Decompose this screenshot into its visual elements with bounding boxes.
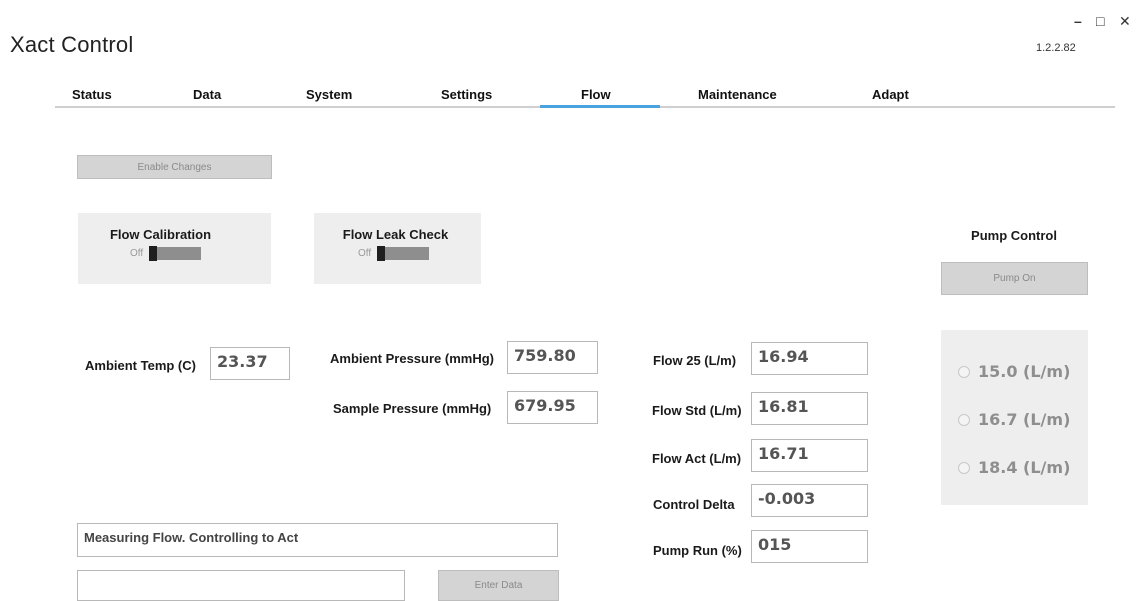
switch-thumb — [377, 246, 386, 261]
flow-calibration-switch[interactable] — [149, 246, 202, 261]
ambient-temp-label: Ambient Temp (C) — [85, 358, 196, 373]
flow-rate-options-panel: 15.0 (L/m) 16.7 (L/m) 18.4 (L/m) — [941, 330, 1088, 505]
flow-25-field[interactable]: 16.94 — [751, 342, 868, 375]
ambient-temp-field[interactable]: 23.37 — [210, 347, 290, 380]
flow-calibration-state: Off — [130, 248, 144, 259]
flow-rate-option-16-7[interactable]: 16.7 (L/m) — [958, 410, 1070, 429]
tab-flow[interactable]: Flow — [581, 87, 611, 102]
flow-std-label: Flow Std (L/m) — [652, 403, 742, 418]
flow-std-field[interactable]: 16.81 — [751, 392, 868, 425]
switch-thumb — [149, 246, 158, 261]
radio-label: 16.7 (L/m) — [978, 410, 1071, 429]
pump-on-button[interactable]: Pump On — [941, 262, 1088, 295]
tab-data[interactable]: Data — [193, 87, 221, 102]
radio-circle-icon — [958, 365, 970, 378]
active-tab-indicator — [540, 105, 660, 108]
flow-calibration-toggle[interactable]: Off — [130, 246, 202, 261]
radio-label: 18.4 (L/m) — [978, 458, 1071, 477]
tab-bar: Status Data System Settings Flow Mainten… — [0, 80, 1115, 108]
status-message: Measuring Flow. Controlling to Act — [77, 523, 558, 557]
flow-rate-option-15[interactable]: 15.0 (L/m) — [958, 362, 1070, 381]
flow-calibration-title: Flow Calibration — [109, 227, 212, 242]
radio-label: 15.0 (L/m) — [978, 362, 1071, 381]
control-delta-field[interactable]: -0.003 — [751, 484, 868, 517]
flow-rate-option-18-4[interactable]: 18.4 (L/m) — [958, 458, 1070, 477]
tab-status[interactable]: Status — [72, 87, 112, 102]
radio-circle-icon — [958, 413, 970, 426]
sample-pressure-label: Sample Pressure (mmHg) — [333, 401, 492, 416]
flow-act-label: Flow Act (L/m) — [652, 451, 742, 466]
tab-adapt[interactable]: Adapt — [872, 87, 909, 102]
pump-run-field[interactable]: 015 — [751, 530, 868, 563]
flow-leak-check-title: Flow Leak Check — [342, 227, 449, 242]
flow-leak-check-state: Off — [358, 248, 372, 259]
app-title: Xact Control — [10, 32, 134, 57]
flow-act-field[interactable]: 16.71 — [751, 439, 868, 472]
enable-changes-button[interactable]: Enable Changes — [77, 155, 272, 179]
ambient-pressure-label: Ambient Pressure (mmHg) — [330, 351, 494, 366]
flow-calibration-panel: Flow Calibration Off — [78, 213, 271, 284]
enter-data-button[interactable]: Enter Data — [438, 570, 559, 601]
tab-maintenance[interactable]: Maintenance — [698, 87, 777, 102]
flow-leak-check-toggle[interactable]: Off — [358, 246, 430, 261]
tab-system[interactable]: System — [306, 87, 352, 102]
control-delta-label: Control Delta — [653, 497, 735, 512]
sample-pressure-field[interactable]: 679.95 — [507, 391, 598, 424]
close-icon[interactable]: ✕ — [1119, 14, 1131, 28]
ambient-pressure-field[interactable]: 759.80 — [507, 341, 598, 374]
minimize-icon[interactable]: – — [1074, 14, 1082, 28]
maximize-icon[interactable]: □ — [1096, 14, 1104, 28]
radio-circle-icon — [958, 461, 970, 474]
pump-control-title: Pump Control — [971, 228, 1057, 243]
pump-run-label: Pump Run (%) — [653, 543, 742, 558]
tab-settings[interactable]: Settings — [441, 87, 492, 102]
version-label: 1.2.2.82 — [1036, 42, 1076, 54]
flow-leak-check-switch[interactable] — [377, 246, 430, 261]
flow-leak-check-panel: Flow Leak Check Off — [314, 213, 481, 284]
flow-25-label: Flow 25 (L/m) — [653, 353, 737, 368]
data-entry-input[interactable] — [77, 570, 405, 601]
